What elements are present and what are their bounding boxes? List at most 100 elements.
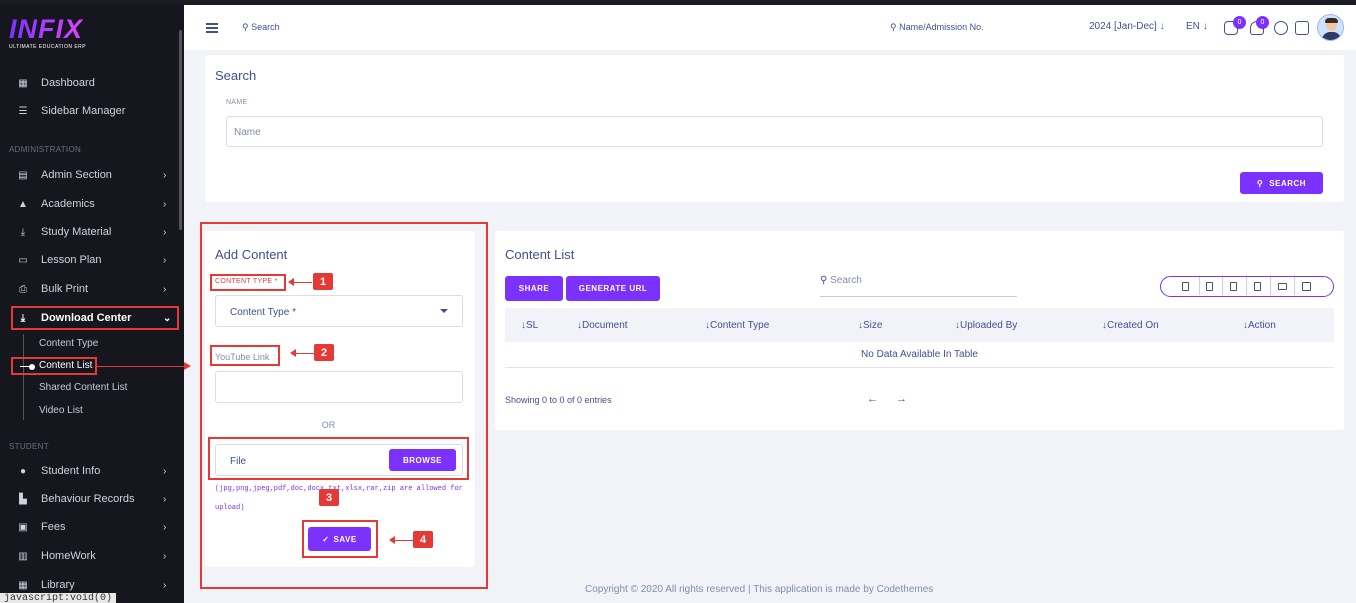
settings-icon[interactable] — [1295, 21, 1309, 35]
excel-icon[interactable] — [1206, 282, 1213, 291]
download-icon: ⤓ — [20, 226, 26, 238]
csv-icon[interactable] — [1230, 282, 1237, 291]
language-select[interactable]: EN ↓ — [1186, 21, 1208, 32]
sidebar-item-academics[interactable]: ▲ Academics › — [0, 192, 184, 216]
content-type-select[interactable]: Content Type * — [215, 295, 463, 327]
columns-icon[interactable] — [1302, 282, 1311, 291]
entries-info: Showing 0 to 0 of 0 entries — [505, 395, 612, 405]
search-icon: ⚲ — [890, 22, 900, 32]
footer-copyright: Copyright © 2020 All rights reserved | T… — [585, 584, 934, 595]
grid-icon: ▦ — [18, 77, 28, 89]
academic-year-select[interactable]: 2024 [Jan-Dec] ↓ — [1089, 21, 1165, 32]
search-icon: ⚲ — [242, 22, 252, 32]
chevron-right-icon: › — [163, 254, 167, 266]
table-search-input[interactable]: ⚲ Search — [820, 275, 1017, 297]
arrow-down-icon: ↓ — [1202, 21, 1208, 32]
sidebar-item-label: Fees — [41, 521, 66, 533]
section-heading-administration: ADMINISTRATION — [9, 145, 82, 154]
highlight-download-center — [11, 306, 179, 330]
column-header-sl[interactable]: ↓SL — [521, 320, 538, 331]
sidebar-item-study-material[interactable]: ⤓ Study Material › — [0, 220, 184, 244]
annotation-arrowhead — [290, 349, 296, 357]
column-header-uploaded-by[interactable]: ↓Uploaded By — [955, 320, 1017, 331]
sidebar-item-homework[interactable]: ▥ HomeWork › — [0, 544, 184, 568]
column-header-content-type[interactable]: ↓Content Type — [705, 320, 769, 331]
search-icon: ⚲ — [1256, 178, 1264, 188]
sidebar-subitem-video-list[interactable]: Video List — [39, 405, 83, 416]
book-icon: ▥ — [18, 550, 28, 562]
or-divider: OR — [321, 420, 336, 430]
annotation-arrow-line — [294, 353, 314, 354]
chevron-right-icon: › — [163, 579, 167, 591]
browser-status-text: javascript:void(0) — [0, 593, 117, 603]
sidebar-item-dashboard[interactable]: ▦ Dashboard — [0, 71, 184, 95]
annotation-arrow-line — [292, 282, 312, 283]
next-page-icon[interactable]: → — [896, 393, 907, 405]
sidebar-item-label: Bulk Print — [41, 283, 89, 295]
annotation-arrow-line — [393, 540, 413, 541]
content-type-value: Content Type * — [230, 307, 296, 318]
sidebar: INFIX ULTIMATE EDUCATION ERP ▦ Dashboard… — [0, 0, 184, 603]
sidebar-item-label: Sidebar Manager — [41, 105, 126, 117]
generate-url-button[interactable]: GENERATE URL — [566, 276, 660, 301]
sidebar-item-behaviour-records[interactable]: ▙ Behaviour Records › — [0, 487, 184, 511]
lesson-icon: ▭ — [18, 254, 28, 266]
print-icon[interactable] — [1278, 283, 1287, 290]
avatar[interactable] — [1317, 14, 1344, 41]
search-button[interactable]: ⚲ SEARCH — [1240, 172, 1323, 194]
top-strip — [0, 0, 1356, 5]
sidebar-item-sidebar-manager[interactable]: ☰ Sidebar Manager — [0, 99, 184, 123]
share-button[interactable]: SHARE — [505, 276, 563, 301]
column-header-action[interactable]: ↓Action — [1243, 320, 1276, 331]
youtube-link-input[interactable] — [215, 371, 463, 403]
logo[interactable]: INFIX ULTIMATE EDUCATION ERP — [9, 15, 86, 50]
search-button-label: SEARCH — [1269, 178, 1307, 188]
pdf-icon[interactable] — [1254, 282, 1261, 291]
sidebar-item-student-info[interactable]: ● Student Info › — [0, 459, 184, 483]
graduation-cap-icon: ▲ — [18, 198, 28, 210]
add-content-title: Add Content — [215, 247, 288, 262]
name-admission-search[interactable]: ⚲ Name/Admission No. — [890, 22, 984, 33]
caret-down-icon — [440, 309, 448, 313]
sidebar-item-fees[interactable]: ▣ Fees › — [0, 515, 184, 539]
highlight-save-button — [302, 520, 378, 558]
column-header-created-on[interactable]: ↓Created On — [1102, 320, 1159, 331]
empty-table-message: No Data Available In Table — [505, 342, 1334, 368]
copy-icon[interactable] — [1182, 282, 1189, 291]
chevron-right-icon: › — [163, 550, 167, 562]
highlight-file-input — [208, 437, 469, 480]
highlight-youtube-label — [210, 345, 280, 366]
chevron-right-icon: › — [163, 226, 167, 238]
chevron-right-icon: › — [163, 283, 167, 295]
sidebar-item-admin-section[interactable]: ▤ Admin Section › — [0, 163, 184, 187]
sidebar-item-label: Student Info — [41, 465, 101, 477]
column-header-size[interactable]: ↓Size — [858, 320, 882, 331]
content-list-title: Content List — [505, 247, 575, 262]
topbar: ⚲ Search ⚲ Name/Admission No. 2024 [Jan-… — [184, 5, 1356, 50]
prev-page-icon[interactable]: ← — [867, 393, 878, 405]
menu-toggle-icon[interactable] — [206, 23, 218, 35]
globe-icon[interactable] — [1274, 21, 1288, 35]
sidebar-subitem-content-type[interactable]: Content Type — [39, 338, 98, 349]
column-header-document[interactable]: ↓Document — [577, 320, 628, 331]
chat-badge: 0 — [1233, 16, 1246, 29]
chevron-right-icon: › — [163, 465, 167, 477]
annotation-arrowhead — [389, 536, 395, 544]
chevron-right-icon: › — [163, 521, 167, 533]
sidebar-item-lesson-plan[interactable]: ▭ Lesson Plan › — [0, 248, 184, 272]
topbar-search[interactable]: ⚲ Search — [242, 22, 280, 33]
chevron-right-icon: › — [163, 198, 167, 210]
annotation-arrow-line — [96, 366, 188, 367]
sidebar-item-label: Dashboard — [41, 77, 95, 89]
name-admission-placeholder: Name/Admission No. — [899, 22, 984, 32]
library-icon: ▦ — [18, 579, 28, 591]
name-input[interactable]: Name — [226, 116, 1323, 147]
highlight-content-type-label — [210, 274, 286, 291]
sidebar-subitem-shared-content-list[interactable]: Shared Content List — [39, 382, 127, 393]
table-search-placeholder: Search — [830, 275, 862, 286]
sidebar-item-label: HomeWork — [41, 550, 96, 562]
sidebar-item-label: Study Material — [41, 226, 112, 238]
fees-icon: ▣ — [18, 521, 28, 533]
sidebar-item-bulk-print[interactable]: ⎙ Bulk Print › — [0, 277, 184, 301]
step-number-3: 3 — [319, 489, 339, 506]
